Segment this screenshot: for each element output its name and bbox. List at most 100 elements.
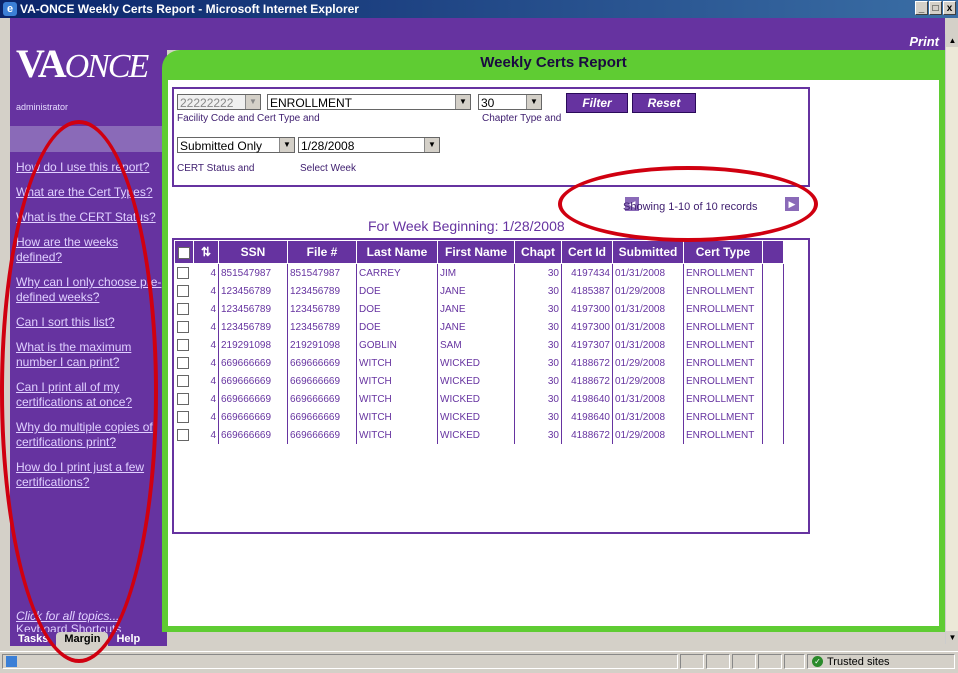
chevron-down-icon: ▼: [424, 138, 439, 152]
cell-first-name: JIM: [437, 263, 515, 282]
table-row: 4 123456789 123456789 DOE JANE 30 4197300 01/31…: [175, 318, 784, 336]
va-once-logo: VAONCE: [16, 41, 149, 86]
status-main: [2, 654, 678, 669]
print-link[interactable]: Print: [909, 34, 939, 49]
cell-last-name: WITCH: [356, 390, 438, 408]
row-select-cell: [175, 390, 194, 408]
row-select-cell: [175, 318, 194, 336]
cell-cert-id: 4188672: [561, 354, 613, 372]
next-page-icon[interactable]: ▶: [785, 197, 799, 211]
cell-ssn: 669666669: [218, 372, 288, 390]
facility-code-select[interactable]: 22222222 ▼: [177, 94, 261, 110]
row-select-cell: [175, 372, 194, 390]
window-controls: _ □ x: [915, 1, 956, 15]
cell-cert-id: 4197434: [561, 263, 613, 282]
chapter-select[interactable]: 30 ▼: [478, 94, 542, 110]
cell-file: 669666669: [287, 426, 357, 444]
col-first-name[interactable]: First Name: [437, 240, 515, 264]
row-count: 4: [193, 426, 219, 444]
tab-help[interactable]: Help: [108, 632, 148, 646]
row-checkbox[interactable]: [176, 285, 189, 297]
row-checkbox[interactable]: [176, 429, 189, 441]
sort-icon: ⇅: [200, 245, 212, 259]
cert-status-select[interactable]: Submitted Only ▼: [177, 137, 295, 153]
cell-cert-id: 4185387: [561, 282, 613, 300]
col-cert-type[interactable]: Cert Type: [683, 240, 763, 264]
cell-blank: [762, 318, 784, 336]
cell-first-name: WICKED: [437, 426, 515, 444]
row-count: 4: [193, 263, 219, 282]
col-submitted[interactable]: Submitted: [612, 240, 684, 264]
row-count: 4: [193, 372, 219, 390]
select-all-checkbox[interactable]: [178, 246, 190, 259]
page-title: Weekly Certs Report: [480, 54, 627, 71]
col-last-name[interactable]: Last Name: [356, 240, 438, 264]
help-link-max-print[interactable]: What is the maximum number I can print?: [16, 340, 166, 370]
cell-ssn: 669666669: [218, 354, 288, 372]
cell-cert-type: ENROLLMENT: [683, 426, 763, 444]
cell-chapt: 30: [514, 354, 562, 372]
table-row: 4 219291098 219291098 GOBLIN SAM 30 4197307 01/…: [175, 336, 784, 354]
cell-blank: [762, 408, 784, 426]
cell-chapt: 30: [514, 318, 562, 336]
chevron-down-icon: ▼: [455, 95, 470, 109]
reset-button[interactable]: Reset: [632, 93, 696, 113]
cell-first-name: WICKED: [437, 372, 515, 390]
scroll-up-icon[interactable]: ▲: [946, 34, 958, 47]
help-link-cert-types[interactable]: What are the Cert Types?: [16, 185, 166, 200]
col-cert-id[interactable]: Cert Id: [561, 240, 613, 264]
cell-last-name: CARREY: [356, 263, 438, 282]
status-cell: [758, 654, 782, 669]
vertical-scrollbar[interactable]: ▲ ▼: [945, 34, 958, 644]
tab-tasks[interactable]: Tasks: [10, 632, 56, 646]
col-ssn[interactable]: SSN: [218, 240, 288, 264]
help-link-print-all[interactable]: Can I print all of my certifications at …: [16, 380, 166, 410]
cell-cert-id: 4188672: [561, 426, 613, 444]
cell-cert-type: ENROLLMENT: [683, 372, 763, 390]
row-count: 4: [193, 282, 219, 300]
cell-submitted: 01/31/2008: [612, 318, 684, 336]
cell-submitted: 01/29/2008: [612, 354, 684, 372]
cell-last-name: WITCH: [356, 426, 438, 444]
table-row: 4 123456789 123456789 DOE JANE 30 4185387 01/29…: [175, 282, 784, 300]
filter-button[interactable]: Filter: [566, 93, 628, 113]
row-checkbox[interactable]: [176, 411, 189, 423]
col-file[interactable]: File #: [287, 240, 357, 264]
window-titlebar: e VA-ONCE Weekly Certs Report - Microsoft…: [0, 0, 958, 18]
help-link-cert-status[interactable]: What is the CERT Status?: [16, 210, 166, 225]
cell-chapt: 30: [514, 372, 562, 390]
row-checkbox[interactable]: [176, 303, 189, 315]
row-checkbox[interactable]: [176, 393, 189, 405]
row-checkbox[interactable]: [176, 267, 189, 279]
row-checkbox[interactable]: [176, 321, 189, 333]
cell-ssn: 123456789: [218, 300, 288, 318]
help-link-sort-list[interactable]: Can I sort this list?: [16, 315, 166, 330]
help-link-print-few[interactable]: How do I print just a few certifications…: [16, 460, 166, 490]
table-row: 4 669666669 669666669 WITCH WICKED 30 4198640 0…: [175, 408, 784, 426]
cell-file: 669666669: [287, 372, 357, 390]
table-row: 4 669666669 669666669 WITCH WICKED 30 4198640 0…: [175, 390, 784, 408]
help-link-use-report[interactable]: How do I use this report?: [16, 160, 166, 175]
help-link-predefined-weeks[interactable]: Why can I only choose pre-defined weeks?: [16, 275, 166, 305]
cell-chapt: 30: [514, 263, 562, 282]
sort-header[interactable]: ⇅: [193, 240, 219, 264]
row-checkbox[interactable]: [176, 339, 189, 351]
help-link-multiple-copies[interactable]: Why do multiple copies of certifications…: [16, 420, 166, 450]
row-checkbox[interactable]: [176, 357, 189, 369]
minimize-button[interactable]: _: [915, 1, 928, 15]
cell-ssn: 123456789: [218, 282, 288, 300]
cell-first-name: JANE: [437, 318, 515, 336]
scroll-down-icon[interactable]: ▼: [946, 631, 958, 644]
week-select[interactable]: 1/28/2008 ▼: [298, 137, 440, 153]
cell-chapt: 30: [514, 282, 562, 300]
tab-margin[interactable]: Margin: [56, 632, 109, 646]
cert-type-select[interactable]: ENROLLMENT ▼: [267, 94, 471, 110]
cell-chapt: 30: [514, 426, 562, 444]
maximize-button[interactable]: □: [929, 1, 942, 15]
row-checkbox[interactable]: [176, 375, 189, 387]
cell-file: 219291098: [287, 336, 357, 354]
close-button[interactable]: x: [943, 1, 956, 15]
cell-cert-id: 4188672: [561, 372, 613, 390]
help-link-weeks-defined[interactable]: How are the weeks defined?: [16, 235, 166, 265]
col-chapt[interactable]: Chapt: [514, 240, 562, 264]
